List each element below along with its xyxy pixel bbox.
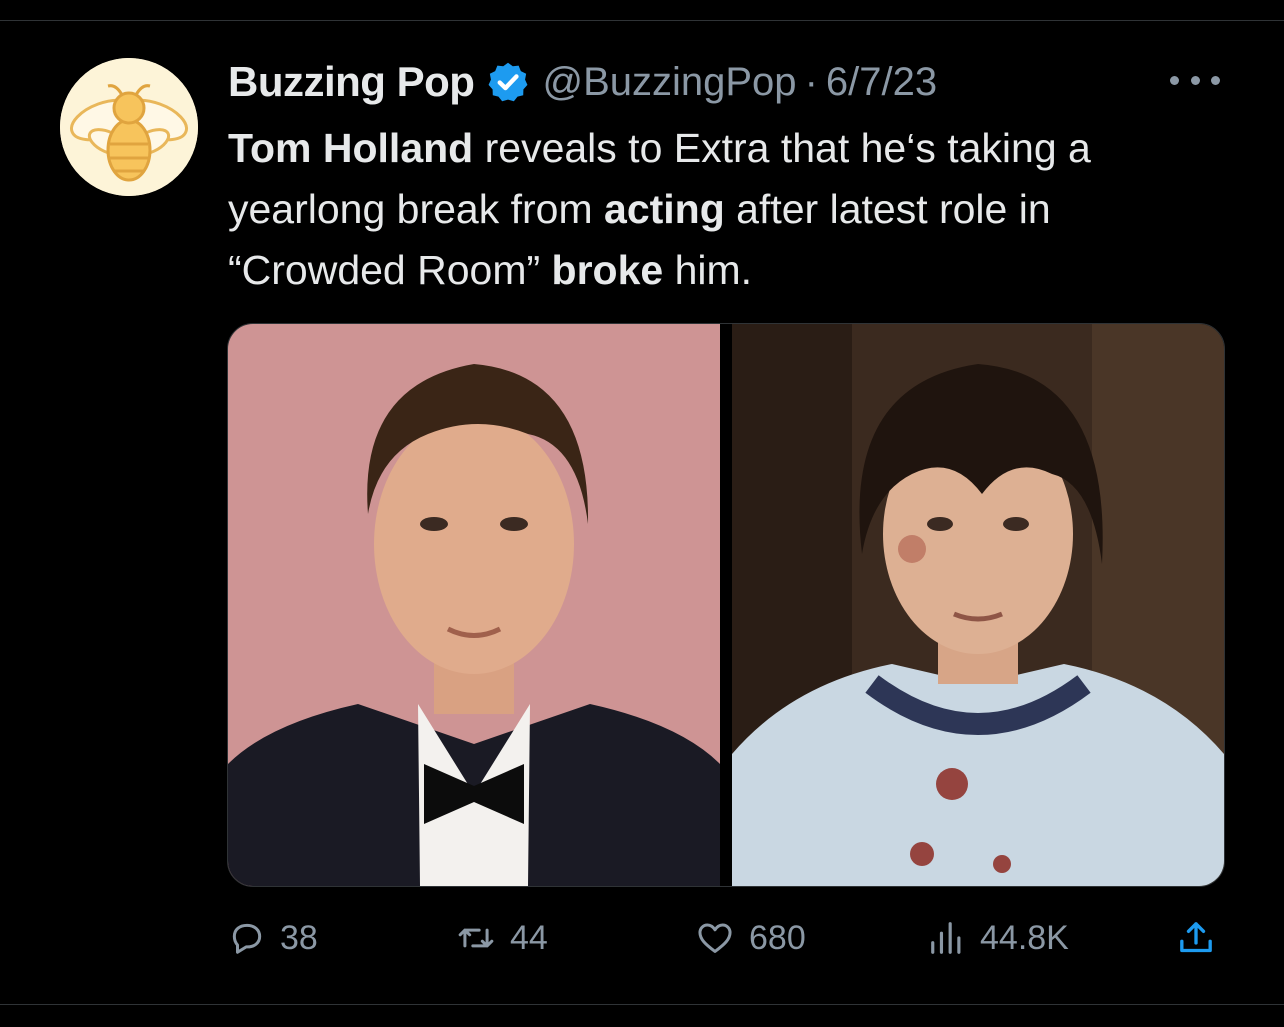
like-count: 680 xyxy=(749,918,806,957)
reply-icon xyxy=(232,923,262,954)
avatar[interactable] xyxy=(60,58,198,196)
like-button[interactable]: 680 xyxy=(695,910,806,966)
portrait-photo-tuxedo xyxy=(228,324,720,886)
more-dots-icon[interactable] xyxy=(1170,60,1220,100)
share-button[interactable] xyxy=(1176,910,1216,966)
retweet-button[interactable]: 44 xyxy=(456,910,548,966)
tweet-text-segment: Tom Holland xyxy=(228,125,474,171)
verified-badge-icon xyxy=(489,62,528,102)
heart-icon xyxy=(698,923,732,953)
action-bar: 38 44 680 44.8K xyxy=(228,910,1223,966)
media-photo-right[interactable] xyxy=(732,324,1224,886)
author-handle[interactable]: @BuzzingPop xyxy=(542,60,796,105)
bee-logo-icon xyxy=(60,58,198,196)
tweet-text-segment: acting xyxy=(604,186,725,232)
retweet-icon xyxy=(458,928,494,948)
media-photo-left[interactable] xyxy=(228,324,720,886)
divider-bottom xyxy=(0,1004,1284,1005)
reply-button[interactable]: 38 xyxy=(228,910,318,966)
view-count: 44.8K xyxy=(980,918,1069,957)
tweet-date[interactable]: 6/7/23 xyxy=(826,60,937,105)
retweet-count: 44 xyxy=(510,918,548,957)
reply-count: 38 xyxy=(280,918,318,957)
views-icon xyxy=(931,922,961,954)
tweet-text: Tom Holland reveals to Extra that he‘s t… xyxy=(228,118,1238,301)
tweet-header: Buzzing Pop @BuzzingPop · 6/7/23 xyxy=(228,52,937,112)
views-button[interactable]: 44.8K xyxy=(928,910,1069,966)
share-icon xyxy=(1180,922,1212,953)
tweet-text-segment: him. xyxy=(663,247,753,293)
author-name[interactable]: Buzzing Pop xyxy=(228,58,475,106)
portrait-photo-bloody-shirt xyxy=(732,324,1224,886)
tweet-media xyxy=(227,323,1225,887)
divider-top xyxy=(0,20,1284,21)
separator-dot: · xyxy=(804,59,818,104)
tweet-text-segment: broke xyxy=(551,247,664,293)
